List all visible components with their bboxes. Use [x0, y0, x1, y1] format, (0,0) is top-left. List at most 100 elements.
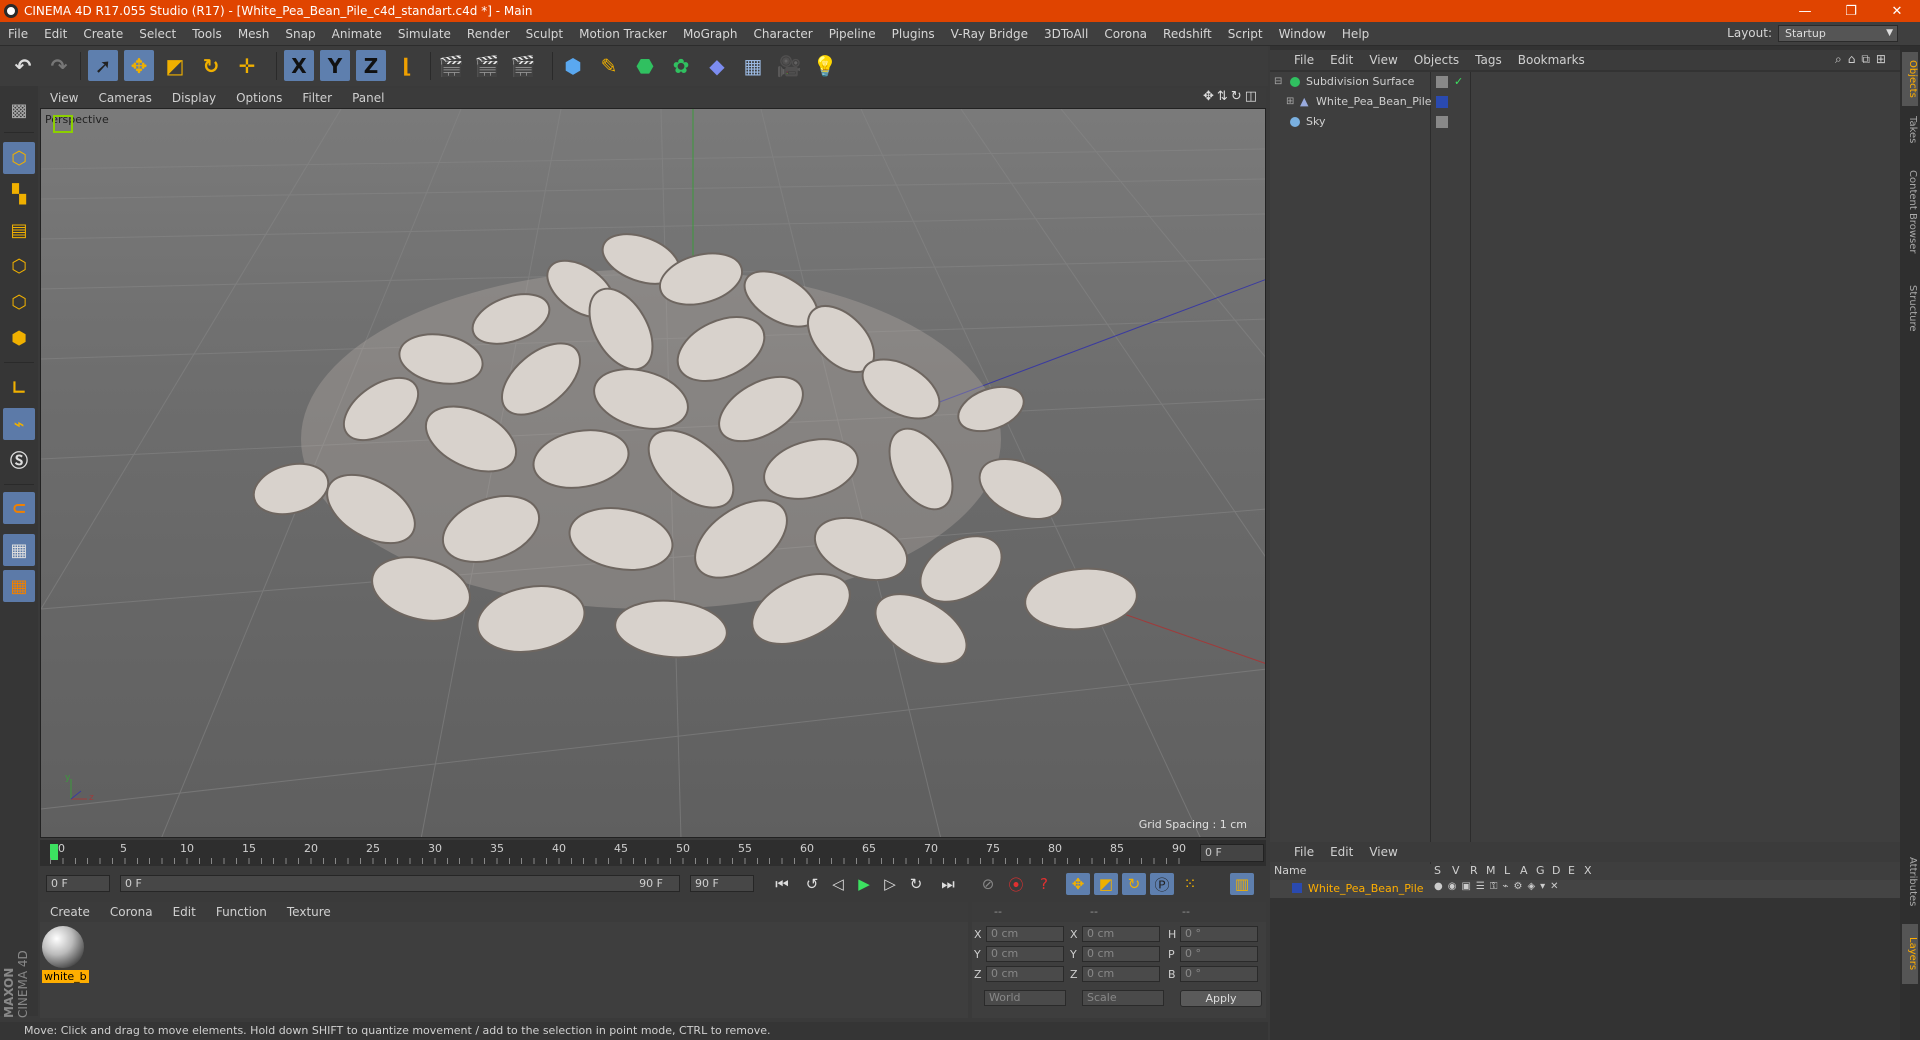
object-menu-objects[interactable]: Objects — [1406, 53, 1467, 67]
coord-pos-z-field[interactable]: 0 cm — [986, 966, 1064, 982]
menu-pipeline[interactable]: Pipeline — [821, 27, 884, 41]
menu-help[interactable]: Help — [1334, 27, 1377, 41]
viewport-menu-filter[interactable]: Filter — [292, 91, 342, 105]
go-to-start-button[interactable]: ⏮ — [770, 873, 794, 895]
go-to-end-button[interactable]: ⏭ — [936, 873, 960, 895]
object-menu-bookmarks[interactable]: Bookmarks — [1510, 53, 1593, 67]
key-parameter-button[interactable]: Ⓟ — [1150, 873, 1174, 895]
quantize-button[interactable]: ▦ — [3, 570, 35, 602]
perspective-viewport[interactable]: y z Perspective Grid Spacing : 1 cm — [40, 108, 1266, 838]
layer-menu-view[interactable]: View — [1361, 845, 1405, 859]
coord-pos-x-field[interactable]: 0 cm — [986, 926, 1064, 942]
x-axis-toggle[interactable]: X — [284, 50, 314, 81]
previous-key-button[interactable]: ↺ — [800, 873, 824, 895]
menu-animate[interactable]: Animate — [324, 27, 390, 41]
expand-icon[interactable]: ⊞ — [1286, 92, 1294, 112]
workplane-lock-button[interactable]: ▦ — [3, 534, 35, 566]
menu-create[interactable]: Create — [75, 27, 131, 41]
material-menu-corona[interactable]: Corona — [100, 905, 163, 919]
start-frame-field[interactable]: 0 F — [46, 875, 110, 892]
menu-mesh[interactable]: Mesh — [230, 27, 278, 41]
timeline-window-button[interactable]: ▥ — [1230, 873, 1254, 895]
menu-3dtoall[interactable]: 3DToAll — [1036, 27, 1096, 41]
coord-rot-b-field[interactable]: 0 ° — [1180, 966, 1258, 982]
coord-pos-y-field[interactable]: 0 cm — [986, 946, 1064, 962]
material-preview-ball[interactable] — [42, 926, 84, 968]
menu-select[interactable]: Select — [131, 27, 184, 41]
close-button[interactable]: ✕ — [1874, 0, 1920, 22]
menu-character[interactable]: Character — [745, 27, 820, 41]
subdivision-surface-button[interactable]: ⬣ — [630, 50, 660, 81]
y-axis-toggle[interactable]: Y — [320, 50, 350, 81]
motion-path-button[interactable]: ⊘ — [976, 873, 1000, 895]
object-menu-edit[interactable]: Edit — [1322, 53, 1361, 67]
deformer-button[interactable]: ◆ — [702, 50, 732, 81]
floor-button[interactable]: ▦ — [738, 50, 768, 81]
live-selection-button[interactable]: ➚ — [88, 50, 118, 81]
menu-vray-bridge[interactable]: V-Ray Bridge — [943, 27, 1036, 41]
workplane-mode-button[interactable]: ▤ — [3, 214, 35, 246]
range-slider[interactable]: 0 F 90 F — [120, 875, 680, 892]
rotate-tool-button[interactable]: ↻ — [196, 50, 226, 81]
tab-layers[interactable]: Layers — [1902, 924, 1918, 984]
menu-render[interactable]: Render — [459, 27, 518, 41]
material-name[interactable]: white_b — [42, 970, 89, 983]
tweak-mode-button[interactable]: ⌁ — [3, 408, 35, 440]
render-picture-viewer-button[interactable]: 🎬 — [472, 50, 502, 81]
viewport-menu-display[interactable]: Display — [162, 91, 226, 105]
menu-redshift[interactable]: Redshift — [1155, 27, 1220, 41]
object-row-bean-pile[interactable]: ⊞ ▲ White_Pea_Bean_Pile — [1270, 92, 1900, 112]
layout-select[interactable]: Startup ▼ — [1778, 25, 1898, 42]
cloner-button[interactable]: ✿ — [666, 50, 696, 81]
redo-button[interactable]: ↷ — [44, 50, 74, 81]
apply-button[interactable]: Apply — [1180, 990, 1262, 1007]
material-menu-texture[interactable]: Texture — [277, 905, 341, 919]
texture-mode-button[interactable]: ▚ — [3, 178, 35, 210]
coord-size-x-field[interactable]: 0 cm — [1082, 926, 1160, 942]
tab-takes[interactable]: Takes — [1902, 108, 1918, 152]
coord-size-z-field[interactable]: 0 cm — [1082, 966, 1160, 982]
layer-row[interactable]: White_Pea_Bean_Pile ●◉▣☰⚿⌁⚙◈▾✕ — [1270, 880, 1900, 898]
spline-pen-button[interactable]: ✎ — [594, 50, 624, 81]
tab-content-browser[interactable]: Content Browser — [1902, 154, 1918, 270]
layer-menu-edit[interactable]: Edit — [1322, 845, 1361, 859]
menu-snap[interactable]: Snap — [277, 27, 323, 41]
cube-button[interactable]: ⬢ — [558, 50, 588, 81]
restore-button[interactable]: ❐ — [1828, 0, 1874, 22]
material-menu-function[interactable]: Function — [206, 905, 277, 919]
undo-button[interactable]: ↶ — [8, 50, 38, 81]
make-editable-button[interactable]: ▩ — [3, 94, 35, 126]
camera-button[interactable]: 🎥 — [774, 50, 804, 81]
timeline-ruler[interactable]: 0 5 10 15 20 25 30 35 40 45 50 55 60 65 … — [40, 840, 1266, 866]
key-scale-button[interactable]: ◩ — [1094, 873, 1118, 895]
viewport-menu-options[interactable]: Options — [226, 91, 292, 105]
scale-tool-button[interactable]: ◩ — [160, 50, 190, 81]
edges-mode-button[interactable]: ⬡ — [3, 286, 35, 318]
render-settings-button[interactable]: 🎬 — [508, 50, 538, 81]
menu-edit[interactable]: Edit — [36, 27, 75, 41]
material-menu-edit[interactable]: Edit — [163, 905, 206, 919]
menu-simulate[interactable]: Simulate — [390, 27, 459, 41]
object-row-sky[interactable]: Sky — [1270, 112, 1900, 132]
points-mode-button[interactable]: ⬡ — [3, 250, 35, 282]
light-button[interactable]: 💡 — [810, 50, 840, 81]
snap-button[interactable]: ⊂ — [3, 492, 35, 524]
layer-toggle-icons[interactable]: ●◉▣☰⚿⌁⚙◈▾✕ — [1434, 881, 1564, 892]
coord-rot-p-field[interactable]: 0 ° — [1180, 946, 1258, 962]
next-frame-button[interactable]: ▷ — [878, 873, 902, 895]
tab-structure[interactable]: Structure — [1902, 272, 1918, 344]
transform-tool-button[interactable]: ✛ — [232, 50, 262, 81]
viewport-nav-icons[interactable]: ✥⇅↻◫ — [1203, 89, 1260, 104]
collapse-icon[interactable]: ⊟ — [1274, 72, 1282, 92]
play-button[interactable]: ▶ — [852, 873, 876, 895]
coord-mode-select[interactable]: Scale — [1082, 990, 1164, 1006]
viewport-menu-panel[interactable]: Panel — [342, 91, 394, 105]
layer-color-swatch[interactable] — [1292, 883, 1302, 893]
tab-attributes[interactable]: Attributes — [1902, 842, 1918, 922]
record-button[interactable]: ⦿ — [1004, 873, 1028, 895]
bean-pile-model[interactable] — [248, 225, 1139, 679]
menu-mograph[interactable]: MoGraph — [675, 27, 746, 41]
coord-space-select[interactable]: World — [984, 990, 1066, 1006]
coordinate-system-button[interactable]: ⌊ — [392, 50, 422, 81]
menu-corona[interactable]: Corona — [1096, 27, 1155, 41]
